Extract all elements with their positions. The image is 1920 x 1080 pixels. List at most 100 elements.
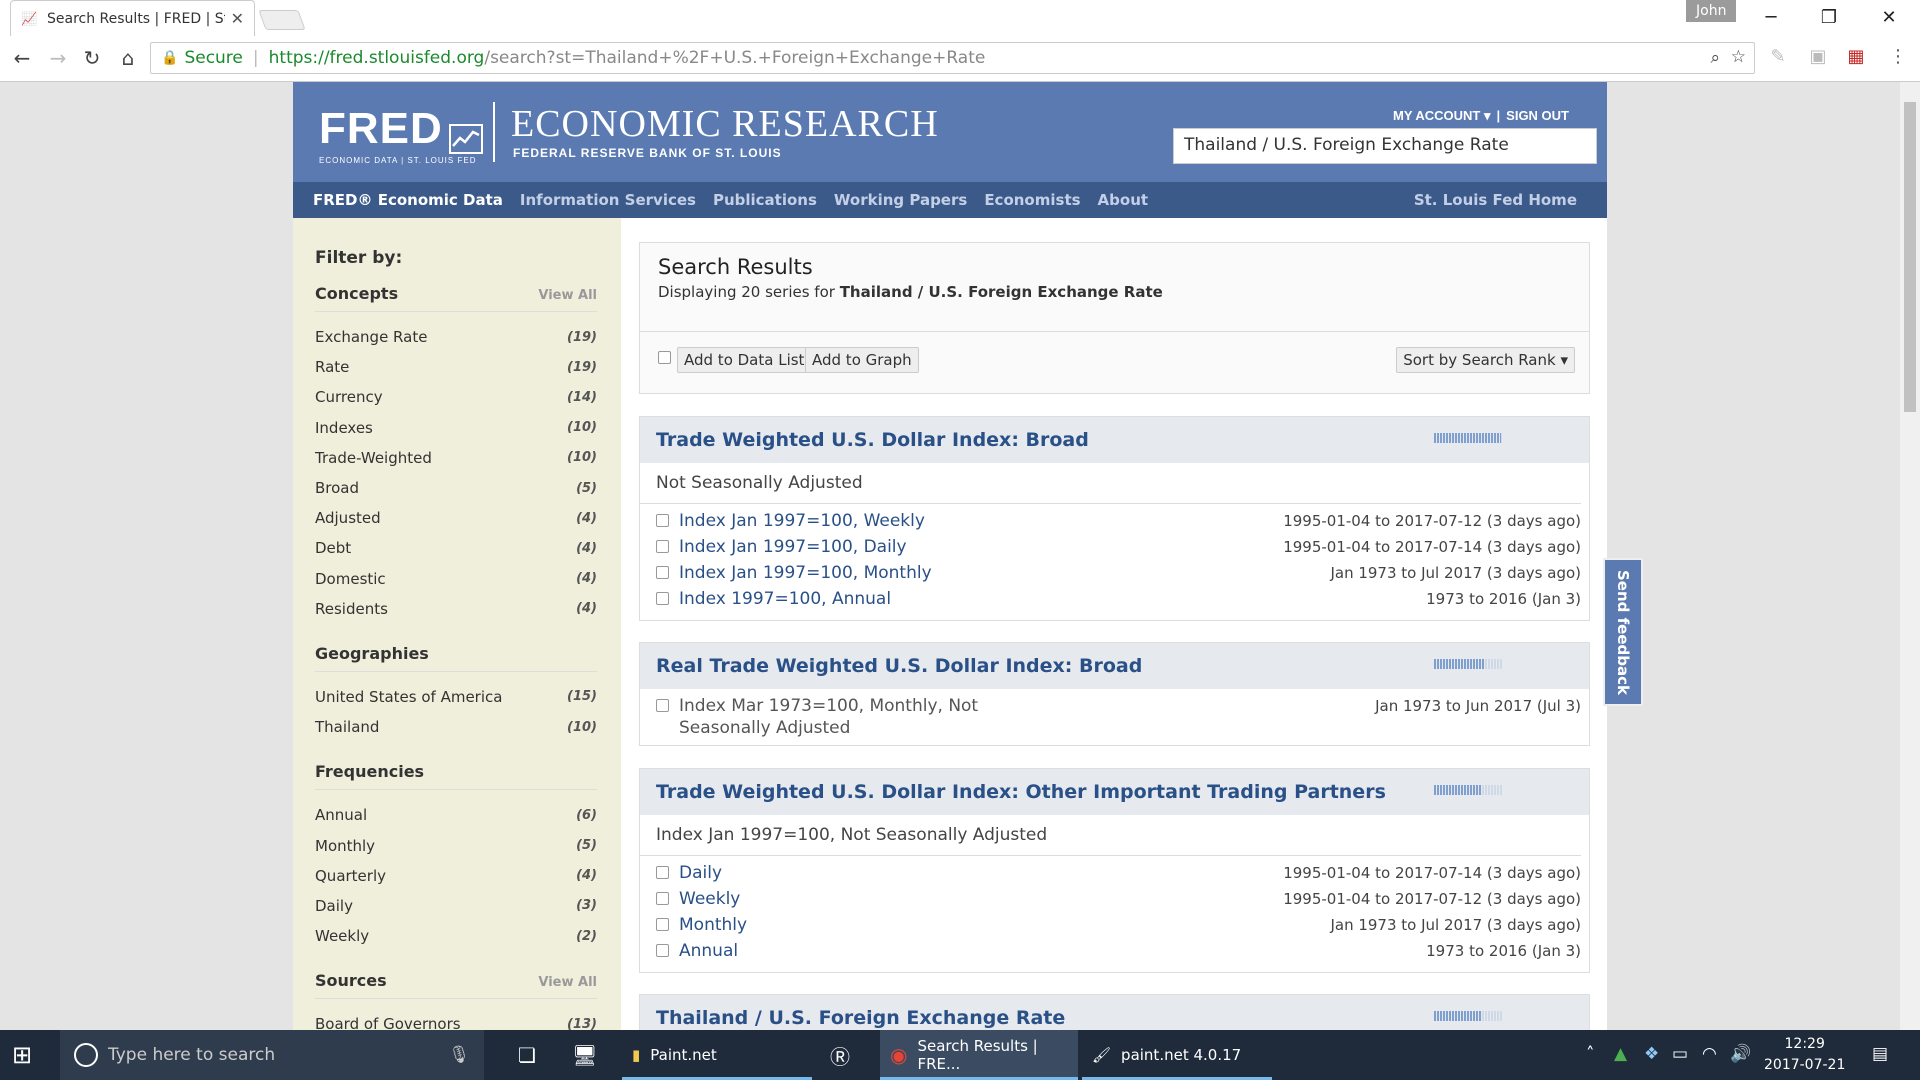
dropbox-icon[interactable]: ❖ [1644, 1044, 1659, 1064]
result-title[interactable]: Trade Weighted U.S. Dollar Index: Other … [656, 781, 1386, 803]
forward-icon[interactable]: → [44, 46, 72, 70]
r-app-icon[interactable]: Ⓡ [820, 1030, 874, 1080]
fred-logo[interactable]: FRED ECONOMIC DATA | ST. LOUIS FED [319, 104, 483, 165]
filter-item[interactable]: United States of America (15) [315, 682, 597, 712]
zoom-icon[interactable]: ⌕ [1710, 48, 1720, 68]
add-to-graph-button[interactable]: Add to Graph [805, 347, 919, 373]
series-checkbox[interactable] [656, 866, 669, 879]
site-search-input[interactable]: Thailand / U.S. Foreign Exchange Rate [1173, 128, 1597, 164]
app-icon[interactable]: 🖥 [562, 1030, 612, 1080]
microphone-icon[interactable]: 🎙 [448, 1045, 470, 1065]
browser-tab[interactable]: 📈 Search Results | FRED | St ✕ [10, 0, 255, 36]
taskbar-search[interactable]: Type here to search 🎙 [60, 1030, 484, 1080]
filter-label[interactable]: Exchange Rate [315, 328, 427, 346]
series-checkbox[interactable] [656, 592, 669, 605]
battery-icon[interactable]: ▭ [1672, 1044, 1688, 1064]
result-title[interactable]: Thailand / U.S. Foreign Exchange Rate [656, 1007, 1065, 1029]
concepts-view-all[interactable]: View All [538, 288, 597, 303]
series-link[interactable]: Index Jan 1997=100, Daily [679, 536, 907, 558]
filter-item[interactable]: Daily (3) [315, 891, 597, 921]
volume-icon[interactable]: 🔊 [1730, 1044, 1751, 1064]
filter-item[interactable]: Debt (4) [315, 533, 597, 563]
series-link[interactable]: Weekly [679, 888, 740, 910]
sources-view-all[interactable]: View All [538, 975, 597, 990]
task-view-icon[interactable]: ❏ [508, 1030, 558, 1080]
notifications-icon[interactable]: ▤ [1872, 1044, 1888, 1064]
home-icon[interactable]: ⌂ [114, 46, 142, 70]
series-link[interactable]: Index Jan 1997=100, Monthly [679, 562, 932, 584]
series-checkbox[interactable] [656, 514, 669, 527]
series-link[interactable]: Index Mar 1973=100, Monthly, Not Seasona… [679, 695, 1059, 739]
nav-economists[interactable]: Economists [984, 191, 1080, 209]
series-link[interactable]: Monthly [679, 914, 747, 936]
new-tab-button[interactable] [258, 10, 306, 30]
filter-item[interactable]: Adjusted (4) [315, 503, 597, 533]
series-link[interactable]: Index Jan 1997=100, Weekly [679, 510, 925, 532]
nav-publications[interactable]: Publications [713, 191, 817, 209]
filter-label[interactable]: Quarterly [315, 867, 386, 885]
result-title[interactable]: Trade Weighted U.S. Dollar Index: Broad [656, 429, 1089, 451]
taskbar-chrome[interactable]: ◉ Search Results | FRE... [880, 1030, 1078, 1080]
filter-item[interactable]: Rate (19) [315, 352, 597, 382]
nav-stlouis-fed-home[interactable]: St. Louis Fed Home [1414, 191, 1577, 209]
reload-icon[interactable]: ↻ [78, 46, 106, 70]
scrollbar-thumb[interactable] [1904, 102, 1916, 412]
scrollbar[interactable] [1900, 82, 1920, 1030]
series-link[interactable]: Index 1997=100, Annual [679, 588, 891, 610]
windows-start-icon[interactable]: ⊞ [12, 1042, 38, 1068]
series-checkbox[interactable] [656, 892, 669, 905]
filter-label[interactable]: Annual [315, 806, 367, 824]
nav-fred-economic-data[interactable]: FRED® Economic Data [313, 191, 503, 209]
series-link[interactable]: Annual [679, 940, 738, 962]
filter-label[interactable]: Daily [315, 897, 353, 915]
extension-box-icon[interactable]: ▣ [1804, 46, 1832, 67]
close-window-icon[interactable]: ✕ [1864, 4, 1914, 32]
result-title[interactable]: Real Trade Weighted U.S. Dollar Index: B… [656, 655, 1142, 677]
clock[interactable]: 12:29 2017-07-21 [1764, 1034, 1845, 1076]
taskbar-paintnet[interactable]: 🖌 paint.net 4.0.17 [1082, 1030, 1272, 1080]
taskbar-paint-folder[interactable]: ▮ Paint.net [622, 1030, 812, 1080]
filter-label[interactable]: Indexes [315, 419, 373, 437]
back-icon[interactable]: ← [8, 46, 36, 70]
menu-icon[interactable]: ⋮ [1884, 46, 1912, 67]
nav-information-services[interactable]: Information Services [520, 191, 696, 209]
select-all-checkbox[interactable] [658, 351, 671, 364]
profile-button[interactable]: John [1686, 0, 1737, 22]
filter-label[interactable]: United States of America [315, 688, 502, 706]
filter-label[interactable]: Weekly [315, 927, 369, 945]
filter-label[interactable]: Rate [315, 358, 349, 376]
extension-red-icon[interactable]: ▦ [1842, 46, 1870, 67]
series-checkbox[interactable] [656, 540, 669, 553]
bookmark-star-icon[interactable]: ☆ [1731, 47, 1746, 67]
filter-item[interactable]: Weekly (2) [315, 921, 597, 951]
filter-item[interactable]: Indexes (10) [315, 413, 597, 443]
filter-label[interactable]: Trade-Weighted [315, 449, 432, 467]
filter-item[interactable]: Residents (4) [315, 594, 597, 624]
filter-item[interactable]: Monthly (5) [315, 830, 597, 860]
sign-out-link[interactable]: SIGN OUT [1500, 108, 1575, 123]
filter-item[interactable]: Thailand (10) [315, 712, 597, 742]
filter-label[interactable]: Adjusted [315, 509, 381, 527]
minimize-icon[interactable]: ─ [1746, 4, 1796, 32]
filter-item[interactable]: Domestic (4) [315, 564, 597, 594]
url-field[interactable]: 🔒 Secure | https://fred.stlouisfed.org /… [150, 42, 1755, 74]
series-link[interactable]: Daily [679, 862, 722, 884]
filter-label[interactable]: Domestic [315, 570, 386, 588]
series-checkbox[interactable] [656, 699, 669, 712]
filter-item[interactable]: Annual (6) [315, 800, 597, 830]
filter-label[interactable]: Thailand [315, 718, 379, 736]
filter-label[interactable]: Residents [315, 600, 388, 618]
series-checkbox[interactable] [656, 944, 669, 957]
filter-item[interactable]: Currency (14) [315, 382, 597, 412]
series-checkbox[interactable] [656, 918, 669, 931]
wifi-icon[interactable]: ◠ [1702, 1044, 1717, 1064]
filter-label[interactable]: Monthly [315, 837, 375, 855]
filter-label[interactable]: Debt [315, 539, 351, 557]
google-drive-icon[interactable]: ▲ [1614, 1044, 1627, 1064]
my-account-link[interactable]: MY ACCOUNT ▾ [1387, 108, 1497, 123]
nav-working-papers[interactable]: Working Papers [834, 191, 967, 209]
send-feedback-button[interactable]: Send feedback [1603, 558, 1643, 706]
filter-item[interactable]: Quarterly (4) [315, 861, 597, 891]
nav-about[interactable]: About [1098, 191, 1149, 209]
extension-pen-icon[interactable]: ✎ [1764, 46, 1792, 67]
